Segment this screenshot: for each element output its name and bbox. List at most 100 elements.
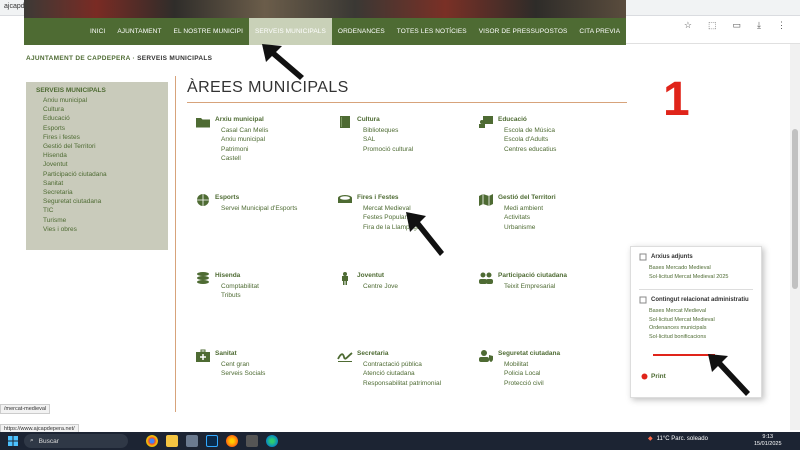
nav-item[interactable]: AJUNTAMENT — [111, 18, 167, 45]
teacher-icon[interactable] — [478, 115, 494, 129]
weather-text[interactable]: 11°C Parc. soleado — [657, 436, 708, 442]
photoshop-icon[interactable] — [206, 435, 218, 447]
file-explorer-icon[interactable] — [166, 435, 178, 447]
app-icon-2[interactable] — [246, 435, 258, 447]
category-link[interactable]: SAL — [363, 135, 413, 144]
related-content-link[interactable]: Sol·licitud Mercat Medieval — [639, 316, 753, 325]
edge-icon[interactable] — [266, 435, 278, 447]
nav-item[interactable]: SERVEIS MUNICIPALS — [249, 18, 332, 45]
category-link[interactable]: Teixit Empresarial — [504, 282, 555, 291]
map-icon[interactable] — [478, 193, 494, 207]
app-icon[interactable] — [186, 435, 198, 447]
sidebar-item[interactable]: Participació ciutadana — [36, 170, 158, 179]
chrome-icon[interactable] — [146, 435, 158, 447]
category-link[interactable]: Servei Municipal d'Esports — [221, 204, 297, 213]
child-icon[interactable] — [337, 271, 353, 285]
sidebar-item[interactable]: Turisme — [36, 216, 158, 225]
category-title[interactable]: Secretaria — [357, 350, 388, 357]
category-title[interactable]: Joventut — [357, 272, 384, 279]
signature-icon[interactable] — [337, 349, 353, 363]
nav-item[interactable]: ORDENANCES — [332, 18, 391, 45]
category-link[interactable]: Arxiu municipal — [221, 135, 268, 144]
sidepanel-icon[interactable]: ▭ — [733, 20, 742, 31]
category-link[interactable]: Medi ambient — [504, 204, 543, 213]
taskbar-search[interactable]: ⌕ Buscar — [24, 434, 128, 448]
sidebar-item[interactable]: Seguretat ciutadana — [36, 197, 158, 206]
book-icon[interactable] — [337, 115, 353, 129]
category-link[interactable]: Tributs — [221, 291, 259, 300]
category-link[interactable]: Biblioteques — [363, 126, 413, 135]
sidebar-item[interactable]: Gestió del Territori — [36, 142, 158, 151]
category-title[interactable]: Gestió del Territori — [498, 194, 556, 201]
scrollbar-thumb[interactable] — [792, 129, 798, 289]
sidebar-item[interactable]: Joventut — [36, 160, 158, 169]
category-link[interactable]: Patrimoni — [221, 145, 268, 154]
sidebar-item[interactable]: Sanitat — [36, 179, 158, 188]
category-title[interactable]: Hisenda — [215, 272, 240, 279]
category-link[interactable]: Mobilitat — [504, 360, 544, 369]
category-title[interactable]: Participació ciutadana — [498, 272, 567, 279]
sidebar-item[interactable]: Cultura — [36, 105, 158, 114]
users-icon[interactable] — [478, 271, 494, 285]
category-title[interactable]: Seguretat ciutadana — [498, 350, 560, 357]
sidebar-item[interactable]: Secretaria — [36, 188, 158, 197]
category-link[interactable]: Policia Local — [504, 369, 544, 378]
category-title[interactable]: Educació — [498, 116, 527, 123]
attached-file-link[interactable]: Bases Mercado Medieval — [639, 264, 753, 273]
print-link[interactable]: Print — [641, 373, 666, 380]
category-link[interactable]: Castell — [221, 154, 268, 163]
category-link[interactable]: Atenció ciutadana — [363, 369, 441, 378]
nav-item[interactable]: INICI — [84, 18, 111, 45]
sidebar-item[interactable]: Arxiu municipal — [36, 96, 158, 105]
attached-file-link[interactable]: Sol·licitud Mercat Medieval 2025 — [639, 273, 753, 282]
category-title[interactable]: Esports — [215, 194, 239, 201]
menu-icon[interactable]: ⋮ — [777, 20, 786, 31]
related-content-link[interactable]: Sol·licitud bonificacions — [639, 333, 753, 342]
sidebar-item[interactable]: Hisenda — [36, 151, 158, 160]
folder-icon[interactable] — [195, 115, 211, 129]
sidebar-item[interactable]: TIC — [36, 206, 158, 215]
basketball-icon[interactable] — [195, 193, 211, 207]
category-link[interactable]: Activitats — [504, 213, 543, 222]
nav-item[interactable]: CITA PREVIA — [573, 18, 626, 45]
star-icon[interactable]: ☆ — [684, 20, 692, 31]
system-clock[interactable]: 9:13 15/01/2025 — [754, 434, 782, 448]
category-link[interactable]: Escola de Música — [504, 126, 556, 135]
category-link[interactable]: Responsabilitat patrimonial — [363, 379, 441, 388]
download-icon[interactable]: ⤓ — [757, 20, 761, 31]
category-link[interactable]: Urbanisme — [504, 223, 543, 232]
sidebar-title[interactable]: SERVEIS MUNICIPALS — [36, 87, 158, 94]
sidebar-item[interactable]: Esports — [36, 124, 158, 133]
nav-item[interactable]: EL NOSTRE MUNICIPI — [168, 18, 249, 45]
category-link[interactable]: Comptabilitat — [221, 282, 259, 291]
category-link[interactable]: Escola d'Adults — [504, 135, 556, 144]
drum-icon[interactable] — [337, 193, 353, 207]
category-title[interactable]: Arxiu municipal — [215, 116, 264, 123]
sidebar-item[interactable]: Vies i obres — [36, 225, 158, 234]
page-scrollbar[interactable] — [790, 44, 800, 430]
category-link[interactable]: Centres educatius — [504, 145, 556, 154]
medkit-icon[interactable] — [195, 349, 211, 363]
related-content-link[interactable]: Ordenances municipals — [639, 324, 753, 333]
category-title[interactable]: Sanitat — [215, 350, 237, 357]
related-content-link[interactable]: Bases Mercat Medieval — [639, 307, 753, 316]
category-link[interactable]: Serveis Socials — [221, 369, 265, 378]
windows-start-icon[interactable] — [8, 436, 18, 446]
firefox-icon[interactable] — [226, 435, 238, 447]
breadcrumb-root[interactable]: AJUNTAMENT DE CAPDEPERA — [26, 55, 130, 62]
category-title[interactable]: Fires i Festes — [357, 194, 399, 201]
user-shield-icon[interactable] — [478, 349, 494, 363]
sidebar-item[interactable]: Fires i festes — [36, 133, 158, 142]
category-link[interactable]: Centre Jove — [363, 282, 398, 291]
nav-item[interactable]: VISOR DE PRESSUPOSTOS — [473, 18, 574, 45]
extensions-icon[interactable]: ⬚ — [708, 20, 717, 31]
weather-icon[interactable]: ◆ — [648, 435, 653, 442]
category-title[interactable]: Cultura — [357, 116, 380, 123]
nav-item[interactable]: TOTES LES NOTÍCIES — [391, 18, 473, 45]
category-link[interactable]: Cent gran — [221, 360, 265, 369]
category-link[interactable]: Protecció civil — [504, 379, 544, 388]
sidebar-item[interactable]: Educació — [36, 114, 158, 123]
category-link[interactable]: Promoció cultural — [363, 145, 413, 154]
category-link[interactable]: Contractació pública — [363, 360, 441, 369]
coins-icon[interactable] — [195, 271, 211, 285]
